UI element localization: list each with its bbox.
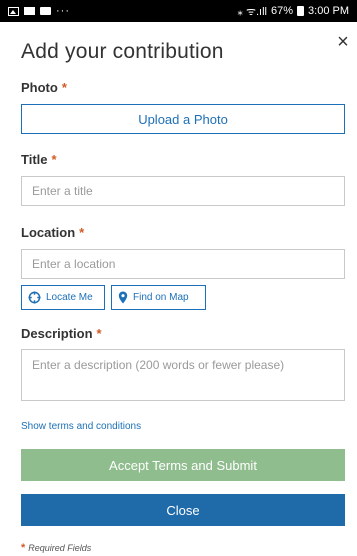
- required-fields-text: Required Fields: [28, 543, 92, 553]
- clock: 3:00 PM: [308, 5, 349, 17]
- map-pin-icon: [118, 291, 128, 304]
- bluetooth-wifi-signal-icon: ⁎ ᯤ.ıll: [237, 5, 267, 18]
- locate-me-label: Locate Me: [46, 292, 93, 303]
- photo-label-text: Photo: [21, 80, 58, 95]
- battery-icon: [297, 6, 305, 16]
- title-label: Title *: [21, 152, 57, 167]
- location-input[interactable]: [21, 249, 345, 279]
- find-on-map-label: Find on Map: [133, 292, 189, 303]
- image-notification-icon: [8, 6, 19, 16]
- description-label-text: Description: [21, 326, 93, 341]
- battery-percent: 67%: [271, 5, 294, 17]
- locate-me-button[interactable]: Locate Me: [21, 285, 105, 310]
- close-icon[interactable]: ×: [333, 32, 353, 52]
- title-label-text: Title: [21, 152, 48, 167]
- dialog-title: Add your contribution: [21, 40, 224, 63]
- location-label: Location *: [21, 225, 84, 240]
- accept-terms-submit-button[interactable]: Accept Terms and Submit: [21, 449, 345, 481]
- find-on-map-button[interactable]: Find on Map: [111, 285, 206, 310]
- show-terms-link[interactable]: Show terms and conditions: [21, 421, 141, 432]
- upload-photo-button[interactable]: Upload a Photo: [21, 104, 345, 134]
- title-input[interactable]: [21, 176, 345, 206]
- close-button[interactable]: Close: [21, 494, 345, 526]
- location-label-text: Location: [21, 225, 76, 240]
- required-marker: *: [61, 80, 67, 95]
- status-left: ···: [8, 5, 70, 17]
- required-fields-note: * Required Fields: [21, 542, 91, 554]
- more-notifications-icon: ···: [56, 5, 70, 17]
- mail-notification-icon: [24, 7, 35, 15]
- video-notification-icon: [40, 7, 51, 15]
- required-marker: *: [79, 225, 85, 240]
- required-marker: *: [21, 542, 26, 554]
- photo-label: Photo *: [21, 80, 67, 95]
- status-bar: ··· ⁎ ᯤ.ıll 67% 3:00 PM: [0, 0, 357, 22]
- required-marker: *: [96, 326, 102, 341]
- status-right: ⁎ ᯤ.ıll 67% 3:00 PM: [237, 4, 349, 19]
- description-label: Description *: [21, 326, 102, 341]
- crosshair-icon: [28, 291, 41, 304]
- description-textarea[interactable]: [21, 349, 345, 401]
- required-marker: *: [51, 152, 57, 167]
